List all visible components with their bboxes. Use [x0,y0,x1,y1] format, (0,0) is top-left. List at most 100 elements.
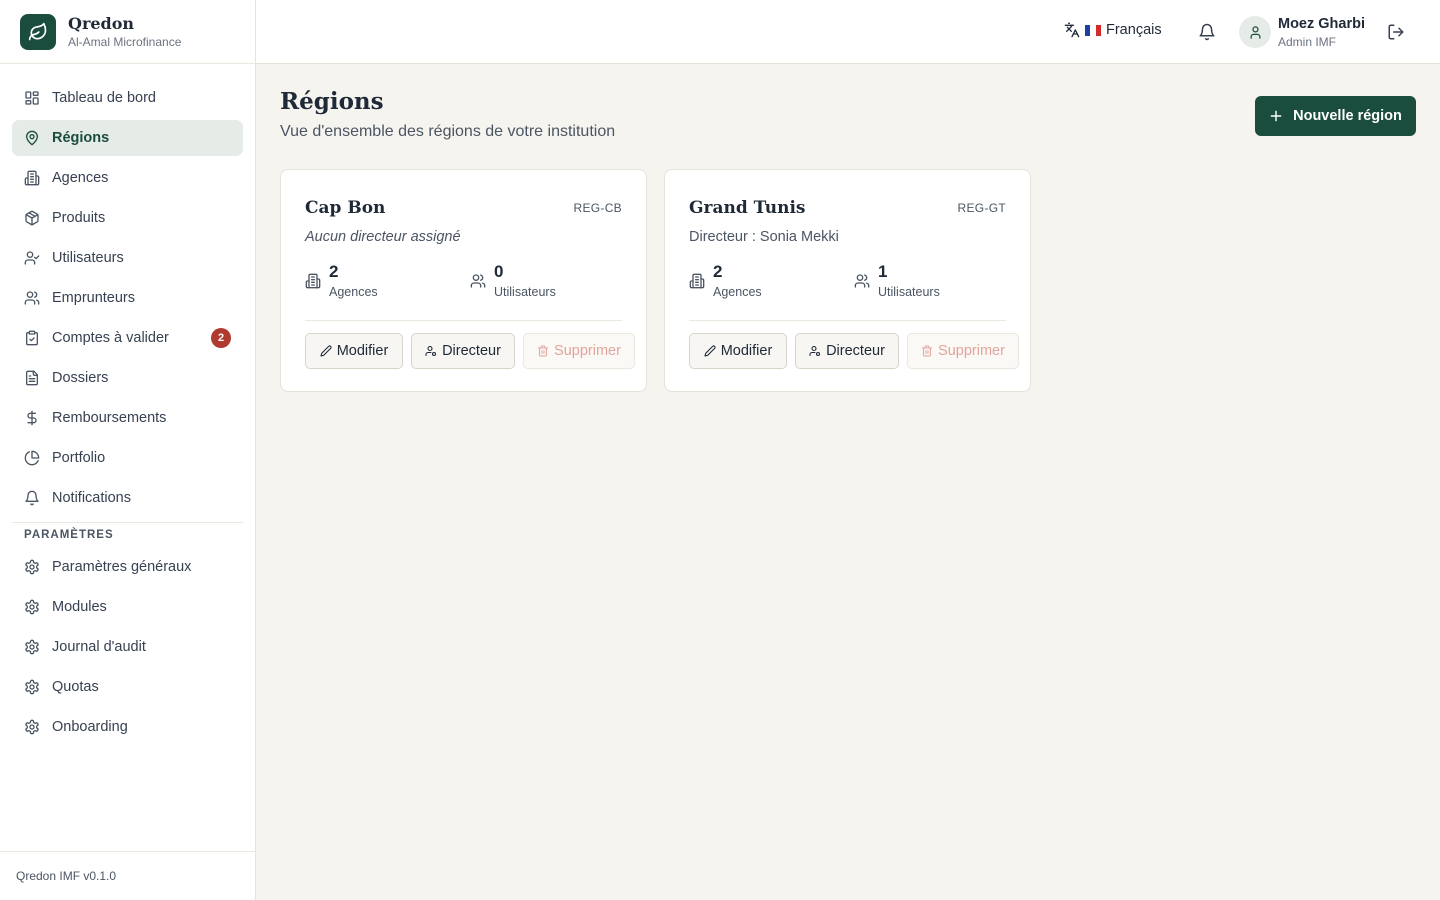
leaf-logo-icon [20,13,56,50]
edit-button[interactable]: Modifier [305,333,403,369]
page-title: Régions [280,88,384,115]
avatar[interactable] [1239,16,1271,48]
building-icon [24,170,40,186]
sidebar-item-label: Régions [52,130,110,146]
region-code: REG-CB [573,201,622,215]
building-icon [305,273,321,289]
delete-label: Supprimer [554,343,621,359]
sidebar-item-emprunteurs[interactable]: Emprunteurs [12,280,243,316]
sidebar-item-label: Dossiers [52,370,109,386]
new-region-label: Nouvelle région [1293,108,1402,124]
sidebar: Qredon Al-Amal Microfinance Tableau de b… [0,0,256,900]
delete-button[interactable]: Supprimer [523,333,635,369]
map-pin-icon [26,130,38,146]
region-name: Grand Tunis [689,198,806,218]
sidebar-item-agences[interactable]: Agences [12,160,243,196]
logout-icon[interactable] [1387,23,1405,41]
sidebar-item-tableau-de-bord[interactable]: Tableau de bord [12,80,243,116]
assign-director-button[interactable]: Directeur [795,333,899,369]
delete-label: Supprimer [938,343,1005,359]
region-card: Grand Tunis REG-GT Directeur : Sonia Mek… [664,169,1031,392]
sidebar-item-produits[interactable]: Produits [12,200,243,236]
brand-subtitle: Al-Amal Microfinance [68,34,182,49]
user-icon [1250,25,1260,39]
brand: Qredon Al-Amal Microfinance [0,0,255,64]
agences-count: 2 [329,262,339,281]
agences-stat: 2 Agences [689,262,762,299]
sidebar-item-label: Comptes à valider [52,330,169,346]
sidebar-item-quotas[interactable]: Quotas [12,669,243,705]
users-label: Utilisateurs [878,285,940,299]
package-icon [25,210,39,226]
sidebar-item-notifications[interactable]: Notifications [12,480,243,516]
sidebar-item-label: Agences [52,170,109,186]
user-role: Admin IMF [1278,35,1337,49]
sidebar-item-journal-audit[interactable]: Journal d'audit [12,629,243,665]
user-cog-icon [809,345,821,357]
sidebar-item-label: Utilisateurs [52,250,124,266]
sidebar-item-label: Portfolio [52,450,106,466]
user-name: Moez Gharbi [1278,16,1366,32]
language-switcher[interactable]: Français [1064,22,1162,38]
gear-icon [25,559,39,575]
region-director: Directeur : Sonia Mekki [689,229,839,245]
users-icon [24,291,40,305]
gear-icon [25,719,39,735]
language-label: Français [1106,22,1162,38]
agences-label: Agences [713,285,762,299]
card-divider [689,320,1006,321]
agences-stat: 2 Agences [305,262,378,299]
new-region-button[interactable]: Nouvelle région [1255,96,1416,136]
sidebar-item-regions[interactable]: Régions [12,120,243,156]
building-icon [689,273,705,289]
region-director: Aucun directeur assigné [305,229,461,245]
pencil-icon [320,345,332,357]
translate-icon [1064,22,1080,38]
edit-label: Modifier [336,343,389,359]
sidebar-item-utilisateurs[interactable]: Utilisateurs [12,240,243,276]
settings-section-title: PARAMÈTRES [24,529,114,541]
region-code: REG-GT [957,201,1006,215]
users-stat: 1 Utilisateurs [854,262,940,299]
users-label: Utilisateurs [494,285,556,299]
sidebar-item-dossiers[interactable]: Dossiers [12,360,243,396]
trash-icon [922,345,933,357]
sidebar-item-label: Onboarding [52,719,128,735]
region-card: Cap Bon REG-CB Aucun directeur assigné 2… [280,169,647,392]
page-subtitle: Vue d'ensemble des régions de votre inst… [280,123,616,140]
app-version: Qredon IMF v0.1.0 [0,851,255,900]
bell-icon [25,490,39,506]
gear-icon [25,639,39,655]
user-check-icon [24,251,40,265]
notification-bell-icon[interactable] [1198,23,1216,41]
director-label: Directeur [826,343,885,359]
users-icon [854,274,870,288]
sidebar-item-parametres-generaux[interactable]: Paramètres généraux [12,549,243,585]
sidebar-item-label: Tableau de bord [52,90,156,106]
agences-label: Agences [329,285,378,299]
main-nav: Tableau de bord Régions Agences Produits… [0,64,255,745]
sidebar-item-label: Emprunteurs [52,290,136,306]
gear-icon [25,599,39,615]
delete-button[interactable]: Supprimer [907,333,1019,369]
agences-count: 2 [713,262,723,281]
sidebar-item-comptes-a-valider[interactable]: Comptes à valider 2 [12,320,243,356]
sidebar-item-portfolio[interactable]: Portfolio [12,440,243,476]
sidebar-item-modules[interactable]: Modules [12,589,243,625]
pending-count-badge: 2 [211,328,231,348]
sidebar-item-onboarding[interactable]: Onboarding [12,709,243,745]
users-count: 1 [878,262,888,281]
dashboard-icon [25,91,39,105]
users-count: 0 [494,262,504,281]
pie-chart-icon [24,450,40,466]
dollar-icon [27,410,37,426]
edit-label: Modifier [720,343,773,359]
french-flag-icon [1085,24,1101,36]
top-header: Français Moez Gharbi Admin IMF [256,0,1440,64]
pencil-icon [704,345,716,357]
edit-button[interactable]: Modifier [689,333,787,369]
card-divider [305,320,622,321]
brand-name: Qredon [68,13,135,33]
assign-director-button[interactable]: Directeur [411,333,515,369]
sidebar-item-remboursements[interactable]: Remboursements [12,400,243,436]
